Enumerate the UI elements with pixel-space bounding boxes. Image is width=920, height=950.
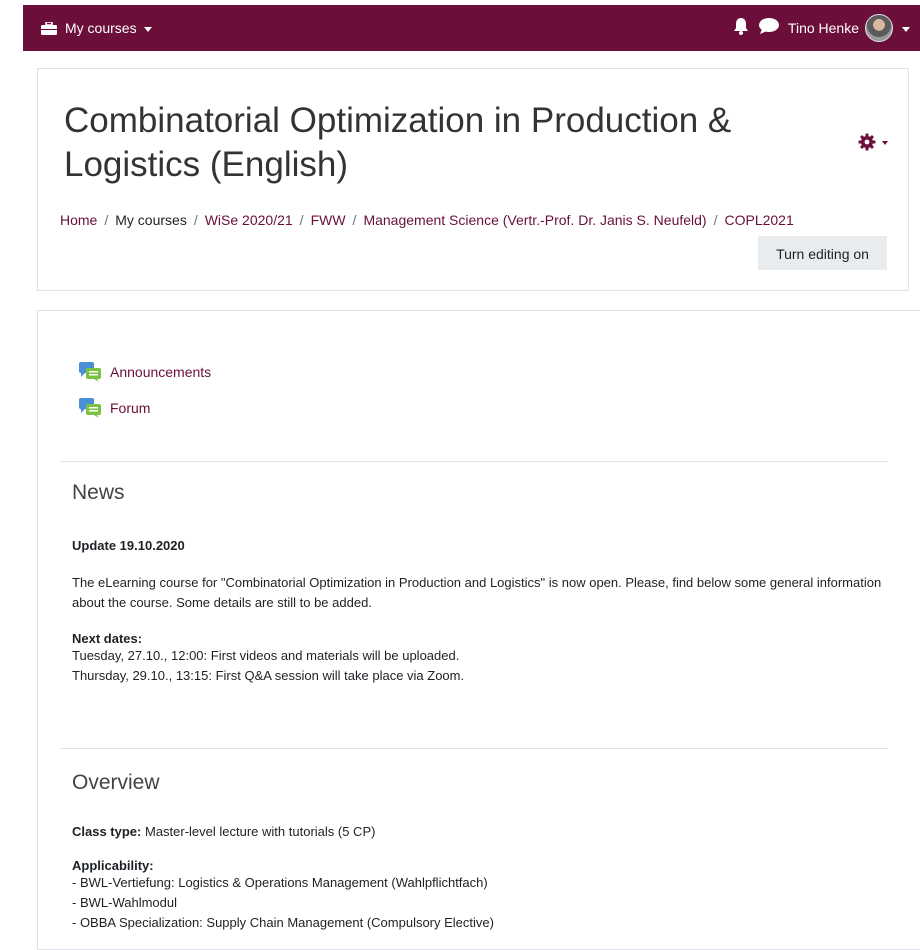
- course-settings-menu[interactable]: [858, 133, 888, 151]
- page-title: Combinatorial Optimization in Production…: [64, 101, 732, 184]
- top-navbar: My courses Tino Henke: [23, 5, 920, 51]
- class-type-label: Class type:: [72, 824, 142, 839]
- page-header: Combinatorial Optimization in Production…: [37, 68, 909, 291]
- forum-link[interactable]: Forum: [110, 400, 150, 416]
- breadcrumb: Home / My courses / WiSe 2020/21/FWW / Managem…: [60, 212, 794, 228]
- class-type-value: Master-level lecture with tutorials (5 C…: [141, 824, 376, 839]
- briefcase-icon: [41, 21, 57, 35]
- breadcrumb-course[interactable]: COPL2021: [724, 212, 793, 228]
- course-content: Announcements Forum News Update 19.10.20…: [37, 310, 920, 950]
- breadcrumb-home[interactable]: Home: [60, 212, 97, 228]
- announcements-link[interactable]: Announcements: [110, 364, 211, 380]
- bell-icon[interactable]: [732, 17, 750, 40]
- class-type: Class type: Master-level lecture with tu…: [72, 822, 892, 842]
- forum-icon: [79, 398, 101, 418]
- news-body: The eLearning course for "Combinatorial …: [72, 575, 882, 610]
- activity-forum[interactable]: Forum: [78, 397, 150, 419]
- next-date-item: Tuesday, 27.10., 12:00: First videos and…: [72, 648, 460, 663]
- chevron-down-icon: [882, 141, 888, 145]
- turn-editing-on-button[interactable]: Turn editing on: [758, 236, 887, 270]
- forum-icon: [79, 362, 101, 382]
- user-name[interactable]: Tino Henke: [788, 20, 859, 36]
- applicability-item: - BWL-Vertiefung: Logistics & Operations…: [72, 875, 488, 890]
- my-courses-menu[interactable]: My courses: [41, 5, 152, 51]
- breadcrumb-my-courses: My courses: [115, 212, 187, 228]
- news-section-title: News: [72, 481, 125, 504]
- chevron-down-icon: [143, 26, 152, 32]
- activity-announcements[interactable]: Announcements: [78, 361, 211, 383]
- user-menu-chevron-icon[interactable]: [902, 26, 910, 32]
- avatar[interactable]: [865, 14, 893, 42]
- breadcrumb-faculty[interactable]: FWW: [311, 212, 346, 228]
- news-update-heading: Update 19.10.2020: [72, 538, 185, 553]
- message-icon[interactable]: [758, 17, 780, 40]
- breadcrumb-department[interactable]: Management Science (Vertr.-Prof. Dr. Jan…: [363, 212, 706, 228]
- section-divider: [60, 748, 888, 749]
- overview-section-title: Overview: [72, 771, 160, 794]
- applicability-item: - OBBA Specialization: Supply Chain Mana…: [72, 915, 494, 930]
- my-courses-label: My courses: [65, 20, 137, 36]
- breadcrumb-semester[interactable]: WiSe 2020/21: [205, 212, 293, 228]
- applicability-item: - BWL-Wahlmodul: [72, 895, 177, 910]
- next-date-item: Thursday, 29.10., 13:15: First Q&A sessi…: [72, 668, 465, 683]
- gear-icon: [858, 133, 876, 151]
- section-divider: [60, 461, 888, 462]
